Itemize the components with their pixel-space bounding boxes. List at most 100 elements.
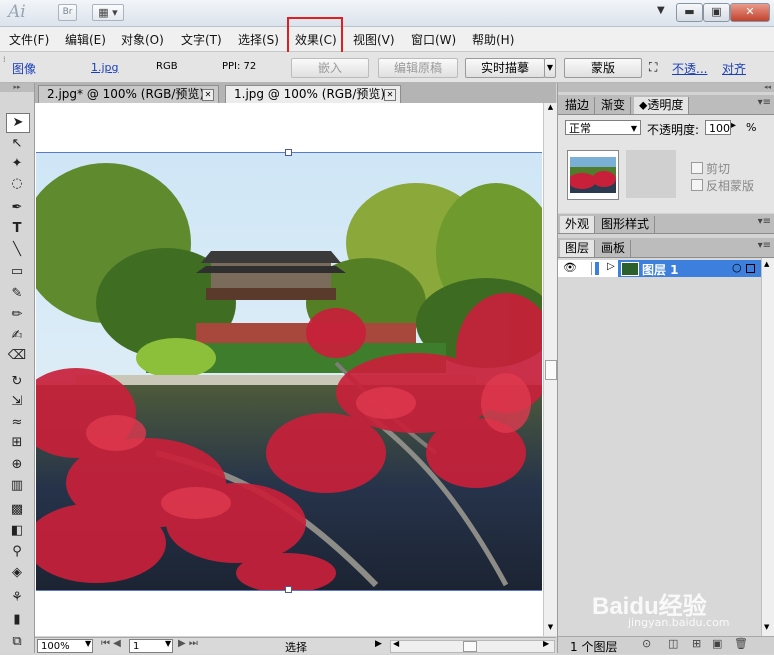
chevron-right-icon[interactable]: ▶ <box>543 639 549 648</box>
workspace-dropdown-icon[interactable]: ▼ <box>657 5 665 16</box>
horizontal-scrollbar[interactable]: ◀ ▶ <box>390 639 555 653</box>
scrollbar-thumb[interactable] <box>545 360 557 380</box>
opacity-field[interactable]: 100 <box>705 120 731 135</box>
rotate-tool-icon[interactable]: ↻ <box>6 373 28 391</box>
mask-thumbnail[interactable] <box>567 150 619 200</box>
edit-original-button[interactable]: 编辑原稿 <box>378 58 458 78</box>
panel-menu-icon[interactable]: ▾≡ <box>758 240 771 251</box>
vertical-scrollbar[interactable]: ▲ ▼ <box>543 103 557 636</box>
panel-menu-icon[interactable]: ▾≡ <box>758 216 771 227</box>
bounding-box-handle[interactable] <box>285 149 292 156</box>
tab-artboards[interactable]: 画板 <box>596 240 632 257</box>
clip-checkbox[interactable] <box>691 162 703 174</box>
chevron-down-icon[interactable]: ▼ <box>85 639 91 648</box>
new-sublayer-icon[interactable]: ⊞ <box>692 637 701 650</box>
menu-edit[interactable]: 编辑(E) <box>65 31 106 48</box>
menu-window[interactable]: 窗口(W) <box>411 31 456 48</box>
chevron-down-icon[interactable]: ▼ <box>764 623 769 631</box>
tab-transparency[interactable]: ⬥透明度 <box>634 97 690 114</box>
blob-brush-tool-icon[interactable]: ✍ <box>6 327 28 345</box>
tab-2jpg[interactable]: 2.jpg* @ 100% (RGB/预览) ✕ <box>38 85 219 103</box>
align-link[interactable]: 对齐 <box>722 60 746 77</box>
layers-scrollbar[interactable]: ▲ ▼ <box>761 258 774 636</box>
scale-tool-icon[interactable]: ⇲ <box>6 393 28 411</box>
filename-link[interactable]: 1.jpg <box>91 61 119 74</box>
menu-help[interactable]: 帮助(H) <box>472 31 514 48</box>
arrange-documents-button[interactable]: ▦ ▾ <box>92 4 124 21</box>
mask-button[interactable]: 蒙版 <box>564 58 642 78</box>
chevron-up-icon[interactable]: ▲ <box>545 103 556 115</box>
last-artboard-icon[interactable]: ▶ ⏭ <box>178 638 198 649</box>
minimize-button[interactable]: ▬ <box>676 3 703 22</box>
shape-builder-tool-icon[interactable]: ⊕ <box>6 456 28 474</box>
locate-object-icon[interactable]: ⊙ <box>642 637 651 650</box>
column-graph-tool-icon[interactable]: ▮ <box>6 611 28 629</box>
menu-object[interactable]: 对象(O) <box>121 31 164 48</box>
pencil-tool-icon[interactable]: ✏ <box>6 306 28 324</box>
tab-appearance[interactable]: 外观 <box>560 216 596 233</box>
bridge-button[interactable]: Br <box>58 4 77 21</box>
embed-button[interactable]: 嵌入 <box>291 58 369 78</box>
blend-mode-select[interactable]: 正常 ▼ <box>565 120 641 135</box>
line-tool-icon[interactable]: ╲ <box>6 241 28 259</box>
make-clipping-mask-icon[interactable]: ◫ <box>668 637 678 650</box>
tab-graphic-styles[interactable]: 图形样式 <box>596 216 656 233</box>
dock-collapse-icon[interactable]: ◂◂ <box>558 83 774 92</box>
invert-mask-checkbox[interactable] <box>691 179 703 191</box>
restore-button[interactable]: ▣ <box>703 3 730 22</box>
graph-tool-icon[interactable]: ▥ <box>6 477 28 495</box>
menu-select[interactable]: 选择(S) <box>238 31 279 48</box>
tab-layers[interactable]: 图层 <box>560 240 596 257</box>
chevron-down-icon[interactable]: ▼ <box>545 623 556 635</box>
chevron-down-icon[interactable]: ▼ <box>165 639 171 648</box>
panel-menu-icon[interactable]: ▾≡ <box>758 97 771 108</box>
blend-tool-icon[interactable]: ◈ <box>6 564 28 582</box>
lock-toggle[interactable] <box>578 262 592 275</box>
direct-selection-tool-icon[interactable]: ↖ <box>6 135 28 153</box>
placed-image[interactable] <box>36 152 542 591</box>
expand-arrow-icon[interactable]: ▷ <box>607 261 615 272</box>
menu-type[interactable]: 文字(T) <box>181 31 222 48</box>
rectangle-tool-icon[interactable]: ▭ <box>6 263 28 281</box>
lasso-tool-icon[interactable]: ◌ <box>6 175 28 193</box>
transform-icon[interactable]: ⛶ <box>649 60 657 75</box>
delete-layer-icon[interactable]: 🗑 <box>734 637 748 650</box>
target-icon[interactable]: ○ <box>732 261 742 274</box>
selection-indicator[interactable] <box>746 264 755 273</box>
menu-file[interactable]: 文件(F) <box>9 31 49 48</box>
scrollbar-thumb[interactable] <box>463 641 477 652</box>
layer-name-cell[interactable]: 图层 1 ○ <box>618 260 761 277</box>
tab-1jpg[interactable]: 1.jpg @ 100% (RGB/预览) ✕ <box>225 85 401 103</box>
live-trace-button[interactable]: 实时描摹 <box>465 58 545 78</box>
mesh-tool-icon[interactable]: ▩ <box>6 501 28 519</box>
chevron-left-icon[interactable]: ◀ <box>393 639 399 648</box>
close-icon[interactable]: ✕ <box>202 89 214 101</box>
warp-tool-icon[interactable]: ≈ <box>6 414 28 432</box>
magic-wand-tool-icon[interactable]: ✦ <box>6 155 28 173</box>
opacity-link[interactable]: 不透... <box>672 60 707 77</box>
bounding-box-handle[interactable] <box>285 586 292 593</box>
opacity-dropdown-icon[interactable]: ▸ <box>731 120 736 131</box>
selection-tool-icon[interactable]: ➤ <box>6 113 30 133</box>
toolbox-collapse-icon[interactable]: ▸▸ <box>0 83 34 92</box>
trace-options-dropdown[interactable]: ▼ <box>544 58 556 78</box>
close-button[interactable]: ✕ <box>730 3 770 22</box>
free-transform-tool-icon[interactable]: ⊞ <box>6 434 28 452</box>
eye-icon[interactable]: 👁 <box>563 261 577 274</box>
eraser-tool-icon[interactable]: ⌫ <box>6 347 28 365</box>
status-menu-icon[interactable]: ▶ <box>375 639 382 649</box>
menu-view[interactable]: 视图(V) <box>353 31 395 48</box>
first-artboard-icon[interactable]: ⏮ ◀ <box>101 638 121 649</box>
paintbrush-tool-icon[interactable]: ✎ <box>6 285 28 303</box>
new-layer-icon[interactable]: ▣ <box>712 637 722 650</box>
chevron-up-icon[interactable]: ▲ <box>764 260 769 268</box>
tab-gradient[interactable]: 渐变 <box>596 97 632 114</box>
type-tool-icon[interactable]: T <box>6 220 28 238</box>
close-icon[interactable]: ✕ <box>384 89 396 101</box>
symbol-sprayer-tool-icon[interactable]: ⚘ <box>6 589 28 607</box>
layer-row[interactable]: 👁 ▷ 图层 1 ○ <box>558 260 761 277</box>
tab-stroke[interactable]: 描边 <box>560 97 596 114</box>
eyedropper-tool-icon[interactable]: ⚲ <box>6 543 28 561</box>
gradient-tool-icon[interactable]: ◧ <box>6 522 28 540</box>
artboard-tool-icon[interactable]: ⧉ <box>6 633 28 651</box>
